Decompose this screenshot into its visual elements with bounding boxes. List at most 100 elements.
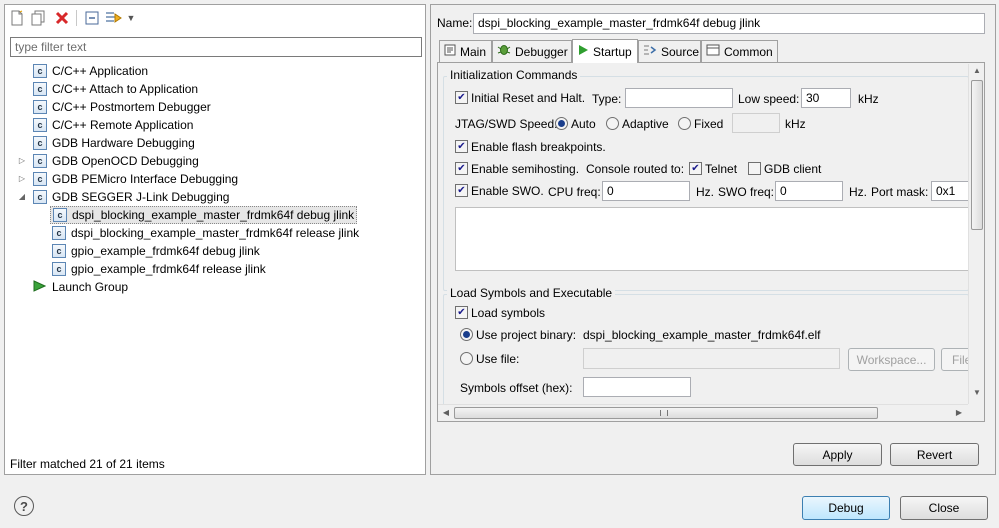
vertical-scrollbar[interactable]: ▲ ▼ [968, 64, 984, 404]
port-mask-label: Port mask: [871, 185, 929, 199]
speed-adaptive-label: Adaptive [622, 117, 669, 131]
debug-button[interactable]: Debug [802, 496, 890, 520]
filter-status: Filter matched 21 of 21 items [10, 457, 165, 471]
cpu-freq-field[interactable]: 0 [602, 181, 690, 201]
speed-fixed-label: Fixed [694, 117, 724, 131]
c-config-icon: c [33, 118, 47, 132]
delete-icon[interactable] [53, 9, 71, 27]
scroll-right-icon[interactable]: ▶ [952, 408, 966, 417]
telnet-checkbox[interactable]: ✔ [689, 162, 702, 175]
name-field[interactable]: dspi_blocking_example_master_frdmk64f de… [473, 13, 985, 34]
collapse-all-icon[interactable] [83, 9, 101, 27]
flash-breakpoints-checkbox[interactable]: ✔ [455, 140, 468, 153]
use-project-binary-radio[interactable] [460, 328, 473, 341]
tree-item[interactable]: c C/C++ Postmortem Debugger [33, 98, 211, 116]
symbols-offset-field[interactable] [583, 377, 691, 397]
duplicate-icon[interactable] [30, 9, 48, 27]
gdb-client-checkbox[interactable] [748, 162, 761, 175]
tab-common[interactable]: Common [701, 40, 778, 62]
scroll-up-icon[interactable]: ▲ [970, 66, 984, 75]
semihosting-checkbox[interactable]: ✔ [455, 162, 468, 175]
startup-icon [577, 44, 589, 59]
tree-item[interactable]: c C/C++ Remote Application [33, 116, 193, 134]
tab-startup[interactable]: Startup [572, 39, 638, 63]
gdb-client-label: GDB client [764, 162, 822, 176]
c-config-icon: c [33, 100, 47, 114]
tree-item[interactable]: c C/C++ Application [33, 62, 148, 80]
tree-item[interactable]: c GDB SEGGER J-Link Debugging [33, 188, 229, 206]
port-mask-field[interactable]: 0x1 [931, 181, 968, 201]
source-icon [643, 44, 657, 59]
speed-auto-radio[interactable] [555, 117, 568, 130]
file-button[interactable]: File [941, 348, 968, 371]
tree-item-label: gpio_example_frdmk64f debug jlink [71, 244, 260, 258]
type-field[interactable] [625, 88, 733, 108]
dropdown-icon[interactable]: ▼ [125, 9, 137, 27]
tree-item[interactable]: c GDB OpenOCD Debugging [33, 152, 199, 170]
symbols-offset-label: Symbols offset (hex): [460, 381, 573, 395]
tree-item[interactable]: c GDB PEMicro Interface Debugging [33, 170, 238, 188]
expanded-arrow-icon[interactable]: ◢ [17, 192, 27, 201]
collapsed-arrow-icon[interactable]: ▷ [17, 174, 27, 183]
low-speed-unit: kHz [858, 92, 879, 106]
workspace-button[interactable]: Workspace... [848, 348, 935, 371]
horizontal-scroll-thumb[interactable] [454, 407, 878, 419]
symbols-file-field[interactable] [583, 348, 840, 369]
tab-source-label: Source [661, 44, 700, 59]
low-speed-field[interactable]: 30 [801, 88, 851, 108]
scroll-down-icon[interactable]: ▼ [970, 388, 984, 397]
tree-item[interactable]: c dspi_blocking_example_master_frdmk64f r… [52, 224, 359, 242]
tab-main[interactable]: Main [439, 40, 492, 62]
help-icon[interactable]: ? [14, 496, 34, 516]
launch-group-icon [33, 279, 47, 295]
tree-item-label: C/C++ Attach to Application [52, 82, 199, 96]
cpu-freq-label: CPU freq: [548, 185, 601, 199]
tab-debugger[interactable]: Debugger [492, 40, 572, 62]
revert-button[interactable]: Revert [890, 443, 979, 466]
initial-reset-checkbox[interactable]: ✔ [455, 91, 468, 104]
apply-button[interactable]: Apply [793, 443, 882, 466]
cpu-freq-unit: Hz. [696, 185, 714, 199]
tree-item[interactable]: c gpio_example_frdmk64f release jlink [52, 260, 266, 278]
speed-fixed-radio[interactable] [678, 117, 691, 130]
c-config-icon: c [52, 262, 66, 276]
tree-item[interactable]: c GDB Hardware Debugging [33, 134, 195, 152]
tree-item[interactable]: c gpio_example_frdmk64f debug jlink [52, 242, 260, 260]
c-config-icon: c [33, 136, 47, 150]
tree-item-label: GDB OpenOCD Debugging [52, 154, 199, 168]
low-speed-label: Low speed: [738, 92, 800, 106]
c-config-icon: c [33, 82, 47, 96]
swo-freq-unit: Hz. [849, 185, 867, 199]
scroll-left-icon[interactable]: ◀ [439, 408, 453, 417]
collapsed-arrow-icon[interactable]: ▷ [17, 156, 27, 165]
close-button[interactable]: Close [900, 496, 988, 520]
load-symbols-checkbox[interactable]: ✔ [455, 306, 468, 319]
initial-reset-label: Initial Reset and Halt. [471, 91, 586, 105]
tab-source[interactable]: Source [638, 40, 701, 62]
tab-startup-label: Startup [593, 44, 632, 59]
console-routed-label: Console routed to: [586, 162, 685, 176]
use-project-binary-label: Use project binary: [476, 328, 577, 342]
scroll-grip [660, 410, 668, 416]
semihosting-label: Enable semihosting. [471, 162, 580, 176]
project-binary-value: dspi_blocking_example_master_frdmk64f.el… [583, 328, 821, 342]
load-group-title: Load Symbols and Executable [447, 286, 616, 300]
use-file-radio[interactable] [460, 352, 473, 365]
filter-icon[interactable] [105, 9, 123, 27]
new-configuration-icon[interactable] [8, 9, 26, 27]
filter-input[interactable]: type filter text [10, 37, 422, 57]
swo-freq-field[interactable]: 0 [775, 181, 843, 201]
horizontal-scrollbar[interactable]: ◀ ▶ [438, 404, 968, 420]
flash-breakpoints-label: Enable flash breakpoints. [471, 140, 606, 154]
debugger-icon [497, 44, 511, 59]
init-commands-textarea[interactable] [455, 207, 968, 271]
vertical-scroll-thumb[interactable] [971, 80, 983, 230]
speed-adaptive-radio[interactable] [606, 117, 619, 130]
tree-item[interactable]: Launch Group [33, 278, 128, 296]
tree-item[interactable]: c dspi_blocking_example_master_frdmk64f d… [50, 206, 358, 224]
tree-item[interactable]: c C/C++ Attach to Application [33, 80, 198, 98]
swo-checkbox[interactable]: ✔ [455, 184, 468, 197]
c-config-icon: c [53, 208, 67, 222]
c-config-icon: c [52, 244, 66, 258]
fixed-speed-field[interactable] [732, 113, 780, 133]
